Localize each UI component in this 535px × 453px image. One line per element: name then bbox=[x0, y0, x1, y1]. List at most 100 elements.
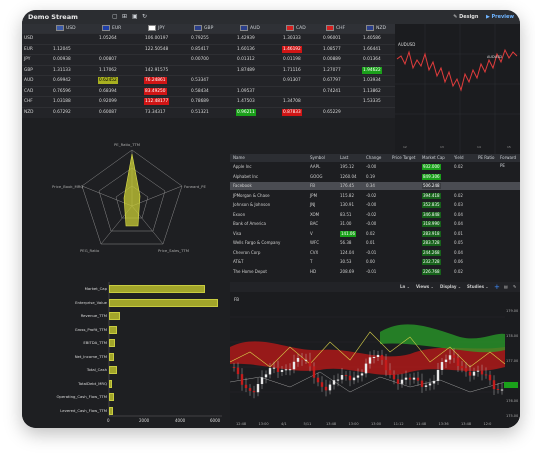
rate-cell[interactable] bbox=[190, 67, 192, 74]
rate-cell[interactable]: 0.62452 bbox=[98, 77, 118, 84]
rate-cell[interactable]: 1.71116 bbox=[282, 67, 302, 74]
header-symbol[interactable]: Symbol bbox=[310, 154, 325, 162]
rate-cell[interactable]: 1.60136 bbox=[236, 46, 256, 53]
rate-cell[interactable]: 0.60087 bbox=[98, 109, 118, 116]
rate-cell[interactable]: 0.00889 bbox=[322, 56, 342, 63]
rate-cell[interactable]: 0.96211 bbox=[236, 108, 256, 116]
rate-cell[interactable]: 0.53347 bbox=[190, 77, 210, 84]
design-button[interactable]: ✎ Design bbox=[453, 14, 478, 20]
col-aud[interactable]: AUD bbox=[240, 24, 260, 33]
stock-row[interactable]: JPMorgan & Chase JPM 115.82 -0.02 394.418 0.0… bbox=[230, 192, 520, 200]
stock-row[interactable]: Apple Inc AAPL 195.12 -0.00 932.000 0.02 bbox=[230, 163, 520, 171]
rate-cell[interactable]: 0.01364 bbox=[362, 56, 382, 63]
bar-levered-cash-flow-ttm[interactable] bbox=[109, 406, 113, 415]
rate-cell[interactable]: 73.34317 bbox=[144, 109, 167, 116]
rate-cell[interactable]: 1.47503 bbox=[236, 98, 256, 105]
rate-cell[interactable]: 1.27077 bbox=[322, 67, 342, 74]
rate-cell[interactable]: 0.58434 bbox=[190, 88, 210, 95]
col-usd[interactable]: USD bbox=[56, 24, 76, 33]
rate-cell[interactable]: 1.34708 bbox=[282, 98, 302, 105]
views-menu[interactable]: Views ⌄ bbox=[416, 282, 434, 292]
rate-cell[interactable]: 1.03934 bbox=[362, 77, 382, 84]
rate-cell[interactable]: 0.51321 bbox=[190, 109, 210, 116]
col-eur[interactable]: EUR bbox=[102, 24, 121, 33]
col-chf[interactable]: CHF bbox=[326, 24, 345, 33]
open-folder-icon[interactable]: ⊞ bbox=[122, 10, 127, 24]
rate-cell[interactable]: 0.85417 bbox=[190, 46, 210, 53]
rate-cell[interactable] bbox=[322, 98, 324, 105]
rate-cell[interactable]: 106.00197 bbox=[144, 35, 169, 42]
rate-cell[interactable] bbox=[282, 88, 284, 95]
rate-cell[interactable]: 0.91307 bbox=[282, 77, 302, 84]
rate-cell[interactable]: 1.08577 bbox=[322, 46, 342, 53]
bar-operating-cash-flow-ttm[interactable] bbox=[109, 393, 114, 401]
rate-cell[interactable]: 0.68394 bbox=[98, 88, 118, 95]
rate-cell[interactable]: 1.31133 bbox=[52, 67, 72, 74]
bar-totaldebt-mrq[interactable] bbox=[109, 379, 112, 388]
rate-cell[interactable]: 0.67797 bbox=[322, 77, 342, 84]
stock-row[interactable]: Exxon XOM 83.51 -0.02 346.848 0.04 bbox=[230, 211, 520, 219]
rate-cell[interactable]: 0.00938 bbox=[52, 56, 72, 63]
rate-cell[interactable]: 1.17062 bbox=[98, 67, 118, 74]
rate-cell[interactable]: 76.24861 bbox=[144, 77, 167, 84]
stock-row[interactable]: Chevron Corp CVX 124.04 -0.01 244.268 0.04 bbox=[230, 249, 520, 257]
rate-cell[interactable]: 0.69942 bbox=[52, 77, 72, 84]
rate-cell[interactable]: 1.13862 bbox=[362, 88, 382, 95]
header-market-cap[interactable]: Market Cap bbox=[422, 154, 445, 162]
rate-cell[interactable]: 1.42939 bbox=[236, 35, 256, 42]
studies-menu[interactable]: Studies ⌄ bbox=[467, 282, 489, 292]
rate-cell[interactable]: 0.00807 bbox=[98, 56, 118, 63]
rate-cell[interactable] bbox=[362, 109, 364, 116]
header-pe-ratio[interactable]: PE Ratio bbox=[478, 154, 494, 162]
bar-total-cash[interactable] bbox=[109, 366, 117, 374]
rate-cell[interactable]: 1.53335 bbox=[362, 98, 382, 105]
bar-ebitda-ttm[interactable] bbox=[109, 339, 115, 347]
comment-icon[interactable]: ▤ bbox=[504, 282, 508, 292]
stock-row[interactable]: The Home Depot HD 208.69 -0.01 226.768 0.02 bbox=[230, 268, 520, 276]
candlestick-chart[interactable]: Ln ⌄ Views ⌄ Display ⌄ Studies ⌄ + ▤ ✎ F… bbox=[230, 282, 520, 428]
line-menu[interactable]: Ln ⌄ bbox=[400, 282, 410, 292]
header-name[interactable]: Name bbox=[233, 154, 245, 162]
radar-chart[interactable]: PE_Ratio_TTM Forward_PE Price_Sales_TTM … bbox=[22, 118, 230, 276]
rate-cell[interactable]: 1.40586 bbox=[362, 35, 382, 42]
rate-cell[interactable]: 1.03188 bbox=[52, 98, 72, 105]
draw-icon[interactable]: ✎ bbox=[513, 282, 516, 292]
refresh-icon[interactable]: ↻ bbox=[142, 10, 147, 24]
stock-row[interactable]: Facebook FB 176.45 0.34 506.248 bbox=[230, 182, 520, 190]
bar-gross-profit-ttm[interactable] bbox=[109, 325, 117, 334]
bar-enterprise-value[interactable] bbox=[109, 298, 219, 307]
rate-cell[interactable]: 0.76596 bbox=[52, 88, 72, 95]
rate-cell[interactable]: 0.74241 bbox=[322, 88, 342, 95]
col-nzd[interactable]: NZD bbox=[366, 24, 386, 33]
rate-cell[interactable]: 0.01198 bbox=[282, 56, 302, 63]
currency-line-chart[interactable]: AUDUSD AUDUSD 12 13 14 15 bbox=[395, 24, 520, 154]
rate-cell[interactable] bbox=[52, 35, 54, 42]
rate-cell[interactable] bbox=[98, 46, 100, 53]
rate-cell[interactable]: 1.94622 bbox=[362, 66, 382, 74]
crosshair-icon[interactable]: + bbox=[494, 282, 500, 292]
stock-row[interactable]: Bank of America BAC 31.00 -0.00 318.990 0.04 bbox=[230, 220, 520, 228]
col-cad[interactable]: CAD bbox=[286, 24, 306, 33]
rate-cell[interactable]: 122.50548 bbox=[144, 46, 169, 53]
col-jpy[interactable]: JPY bbox=[148, 24, 165, 33]
rate-cell[interactable]: 1.66441 bbox=[362, 46, 382, 53]
stock-row[interactable]: Johnson & Johnson JNJ 130.91 -0.00 352.835 0.… bbox=[230, 201, 520, 209]
header-price-target[interactable]: Price Target bbox=[392, 154, 415, 162]
rate-cell[interactable] bbox=[144, 56, 146, 63]
display-menu[interactable]: Display ⌄ bbox=[440, 282, 461, 292]
col-gbp[interactable]: GBP bbox=[194, 24, 213, 33]
header-last[interactable]: Last bbox=[340, 154, 348, 162]
bar-net-income-ttm[interactable] bbox=[109, 352, 114, 361]
stock-row[interactable]: AT&T T 30.53 0.00 232.728 0.06 bbox=[230, 258, 520, 266]
rate-cell[interactable]: 1.87489 bbox=[236, 67, 256, 74]
rate-cell[interactable]: 0.92099 bbox=[98, 98, 118, 105]
rate-cell[interactable]: 1.09537 bbox=[236, 88, 256, 95]
header-yield[interactable]: Yield bbox=[454, 154, 464, 162]
rate-cell[interactable]: 83.49250 bbox=[144, 87, 167, 95]
rate-cell[interactable]: 142.91575 bbox=[144, 67, 169, 74]
save-icon[interactable]: ▣ bbox=[132, 10, 138, 24]
rate-cell[interactable]: 0.87833 bbox=[282, 108, 302, 116]
stock-row[interactable]: Visa V 141.06 0.02 283.918 0.01 bbox=[230, 230, 520, 238]
rate-cell[interactable]: 112.48177 bbox=[144, 98, 170, 105]
rate-cell[interactable]: 1.05264 bbox=[98, 35, 118, 42]
